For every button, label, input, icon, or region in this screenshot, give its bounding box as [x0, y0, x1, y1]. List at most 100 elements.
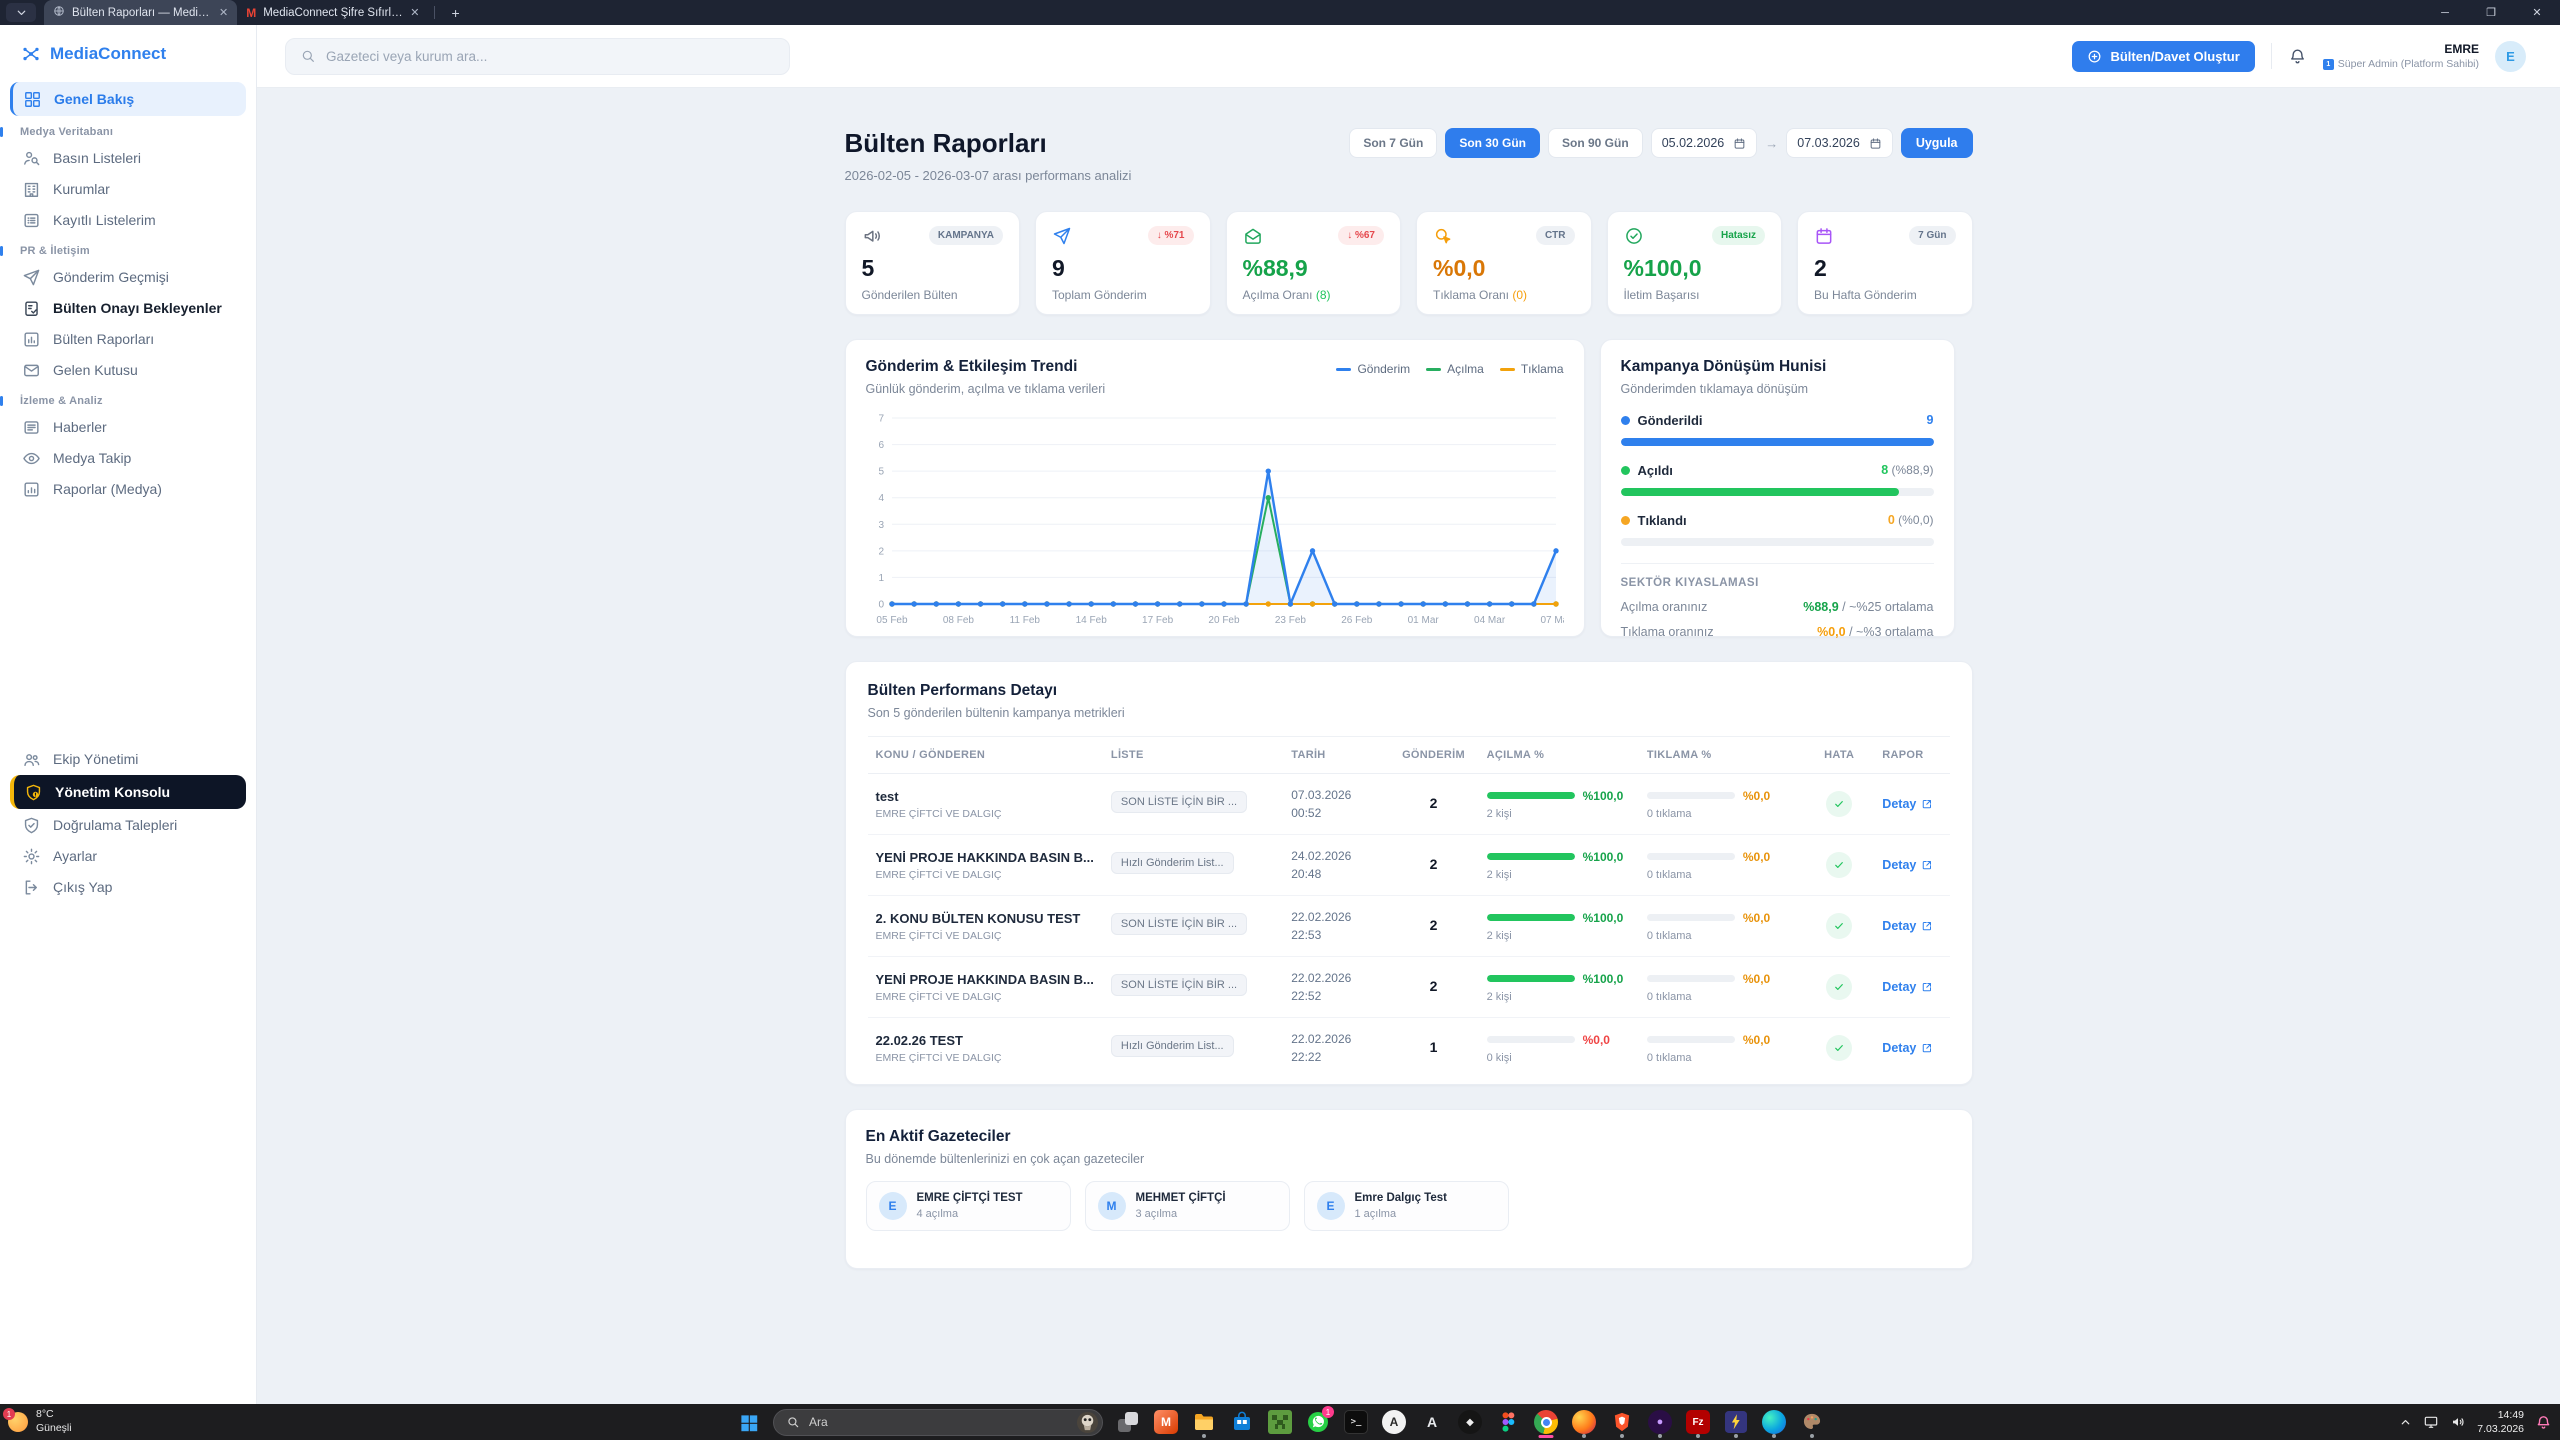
tab-close-icon[interactable]: ✕	[219, 6, 228, 19]
column-header[interactable]: LİSTE	[1103, 737, 1283, 774]
sidebar-item-ayarlar[interactable]: Ayarlar	[10, 841, 246, 871]
journalist-card[interactable]: EEmre Dalgıç Test1 açılma	[1304, 1181, 1509, 1231]
sidebar-item-yönetim-konsolu[interactable]: Yönetim Konsolu	[10, 775, 246, 809]
detail-link[interactable]: Detay	[1882, 1041, 1933, 1055]
range-button[interactable]: Son 90 Gün	[1548, 128, 1643, 158]
taskbar-app-tor[interactable]: ●	[1643, 1405, 1677, 1439]
create-bulletin-button[interactable]: Bülten/Davet Oluştur	[2072, 41, 2254, 72]
sidebar-item-medya-takip[interactable]: Medya Takip	[10, 443, 246, 473]
search-icon	[786, 1415, 800, 1429]
column-header[interactable]: KONU / GÖNDEREN	[868, 737, 1103, 774]
apply-button[interactable]: Uygula	[1901, 128, 1973, 158]
taskbar-app-terminal[interactable]: >_	[1339, 1405, 1373, 1439]
column-header[interactable]: GÖNDERİM	[1388, 737, 1478, 774]
column-header[interactable]: TARİH	[1283, 737, 1388, 774]
tray-notifications-bell-icon[interactable]	[2535, 1414, 2552, 1431]
benchmark-row: Açılma oranınız%88,9 / ~%25 ortalama	[1621, 600, 1934, 614]
sidebar-item-bülten-raporları[interactable]: Bülten Raporları	[10, 324, 246, 354]
app-logo[interactable]: MediaConnect	[0, 35, 256, 81]
browser-tab[interactable]: MMediaConnect Şifre Sıfırlama Ta✕	[237, 0, 428, 25]
notifications-button[interactable]	[2288, 47, 2307, 66]
click-rate-sub: 0 tıklama	[1647, 1052, 1796, 1064]
taskbar-app-firefox[interactable]	[1567, 1405, 1601, 1439]
sidebar-item-kurumlar[interactable]: Kurumlar	[10, 174, 246, 204]
taskbar-app-whatsapp[interactable]: 1	[1301, 1405, 1335, 1439]
row-subject: YENİ PROJE HAKKINDA BASIN B...	[876, 972, 1095, 987]
tab-search-chevron-icon[interactable]	[6, 3, 36, 22]
table-row[interactable]: YENİ PROJE HAKKINDA BASIN B...EMRE ÇİFTC…	[868, 957, 1950, 1018]
journalist-card[interactable]: EEMRE ÇİFTÇİ TEST4 açılma	[866, 1181, 1071, 1231]
table-row[interactable]: 22.02.26 TESTEMRE ÇİFTCİ VE DALGIÇHızlı …	[868, 1018, 1950, 1079]
taskbar-app-unity[interactable]: ◆	[1453, 1405, 1487, 1439]
column-header[interactable]: TIKLAMA %	[1639, 737, 1804, 774]
start-button[interactable]	[731, 1405, 765, 1439]
search-input[interactable]	[326, 49, 775, 64]
user-name: EMRE	[2323, 42, 2479, 56]
restore-button[interactable]: ❐	[2468, 0, 2514, 25]
taskbar-search[interactable]: Ara	[773, 1409, 1103, 1436]
browser-tab[interactable]: Bülten Raporları — MediaConn✕	[44, 0, 237, 25]
taskbar-app-anydesk[interactable]: A	[1415, 1405, 1449, 1439]
detail-link[interactable]: Detay	[1882, 919, 1933, 933]
taskbar-app-brave[interactable]	[1605, 1405, 1639, 1439]
column-header[interactable]: HATA	[1804, 737, 1874, 774]
detail-link[interactable]: Detay	[1882, 858, 1933, 872]
taskbar-app-minecraft[interactable]	[1263, 1405, 1297, 1439]
range-button[interactable]: Son 30 Gün	[1445, 128, 1540, 158]
minimize-button[interactable]: ─	[2422, 0, 2468, 25]
taskbar-app-edge[interactable]	[1757, 1405, 1791, 1439]
taskbar-app-file-explorer[interactable]	[1187, 1405, 1221, 1439]
avatar[interactable]: E	[2495, 41, 2526, 72]
tray-volume-icon[interactable]	[2450, 1414, 2466, 1430]
taskbar-app-m365[interactable]: M	[1149, 1405, 1183, 1439]
sidebar-item-kayıtlı-listelerim[interactable]: Kayıtlı Listelerim	[10, 205, 246, 235]
sidebar-item-haberler[interactable]: Haberler	[10, 412, 246, 442]
sidebar-item-raporlar-medya-[interactable]: Raporlar (Medya)	[10, 474, 246, 504]
sidebar-item-doğrulama-talepleri[interactable]: Doğrulama Talepleri	[10, 810, 246, 840]
taskbar-app-microsoft-store[interactable]	[1225, 1405, 1259, 1439]
sidebar-item-gelen-kutusu[interactable]: Gelen Kutusu	[10, 355, 246, 385]
weather-widget[interactable]: 1 8°C Güneşli	[8, 1404, 72, 1440]
row-sender: EMRE ÇİFTCİ VE DALGIÇ	[876, 869, 1095, 881]
sidebar-item-gönderim-geçmişi[interactable]: Gönderim Geçmişi	[10, 262, 246, 292]
row-subject: 2. KONU BÜLTEN KONUSU TEST	[876, 911, 1095, 926]
taskbar-app-task-view[interactable]	[1111, 1405, 1145, 1439]
user-menu[interactable]: EMRE 1 Süper Admin (Platform Sahibi)	[2323, 42, 2479, 70]
taskbar-app-figma[interactable]	[1491, 1405, 1525, 1439]
check-circle-icon	[1624, 226, 1644, 246]
taskbar-app-filezilla[interactable]: Fz	[1681, 1405, 1715, 1439]
sidebar-item-basın-listeleri[interactable]: Basın Listeleri	[10, 143, 246, 173]
new-tab-button[interactable]: +	[441, 5, 469, 21]
taskbar-app-chrome[interactable]	[1529, 1405, 1563, 1439]
tray-devices-icon[interactable]	[2423, 1414, 2439, 1430]
sidebar-item-ekip-yönetimi[interactable]: Ekip Yönetimi	[10, 744, 246, 774]
sidebar-item-çıkış-yap[interactable]: Çıkış Yap	[10, 872, 246, 902]
tray-clock[interactable]: 14:49 7.03.2026	[2477, 1408, 2524, 1436]
tab-close-icon[interactable]: ✕	[410, 6, 419, 19]
global-search[interactable]	[285, 38, 790, 75]
legend-swatch	[1500, 368, 1515, 371]
taskbar-app-driver-tool[interactable]	[1719, 1405, 1753, 1439]
table-row[interactable]: YENİ PROJE HAKKINDA BASIN B...EMRE ÇİFTC…	[868, 835, 1950, 896]
journalist-card[interactable]: MMEHMET ÇİFTÇİ3 açılma	[1085, 1181, 1290, 1231]
detail-link[interactable]: Detay	[1882, 980, 1933, 994]
list-chip: SON LİSTE İÇİN BİR ...	[1111, 791, 1247, 813]
date-from-input[interactable]: 05.02.2026	[1651, 128, 1758, 158]
table-row[interactable]: testEMRE ÇİFTCİ VE DALGIÇSON LİSTE İÇİN …	[868, 774, 1950, 835]
sidebar-item-bülten-onayı-bekleyenler[interactable]: Bülten Onayı Bekleyenler	[10, 293, 246, 323]
taskbar-app-epic-games[interactable]: A	[1377, 1405, 1411, 1439]
tray-chevron-up-icon[interactable]	[2399, 1416, 2412, 1429]
row-sender: EMRE ÇİFTCİ VE DALGIÇ	[876, 930, 1095, 942]
brand-name: MediaConnect	[50, 44, 166, 64]
taskbar-app-gimp[interactable]	[1795, 1405, 1829, 1439]
detail-link[interactable]: Detay	[1882, 797, 1933, 811]
journalist-opens: 3 açılma	[1136, 1208, 1226, 1220]
column-header[interactable]: AÇILMA %	[1479, 737, 1639, 774]
tray-date: 7.03.2026	[2477, 1422, 2524, 1436]
table-row[interactable]: 2. KONU BÜLTEN KONUSU TEST EMRE ÇİFTCİ VE…	[868, 896, 1950, 957]
close-button[interactable]: ✕	[2514, 0, 2560, 25]
date-to-input[interactable]: 07.03.2026	[1786, 128, 1893, 158]
range-button[interactable]: Son 7 Gün	[1349, 128, 1437, 158]
sidebar-item-genel-bakış[interactable]: Genel Bakış	[10, 82, 246, 116]
column-header[interactable]: RAPOR	[1874, 737, 1949, 774]
